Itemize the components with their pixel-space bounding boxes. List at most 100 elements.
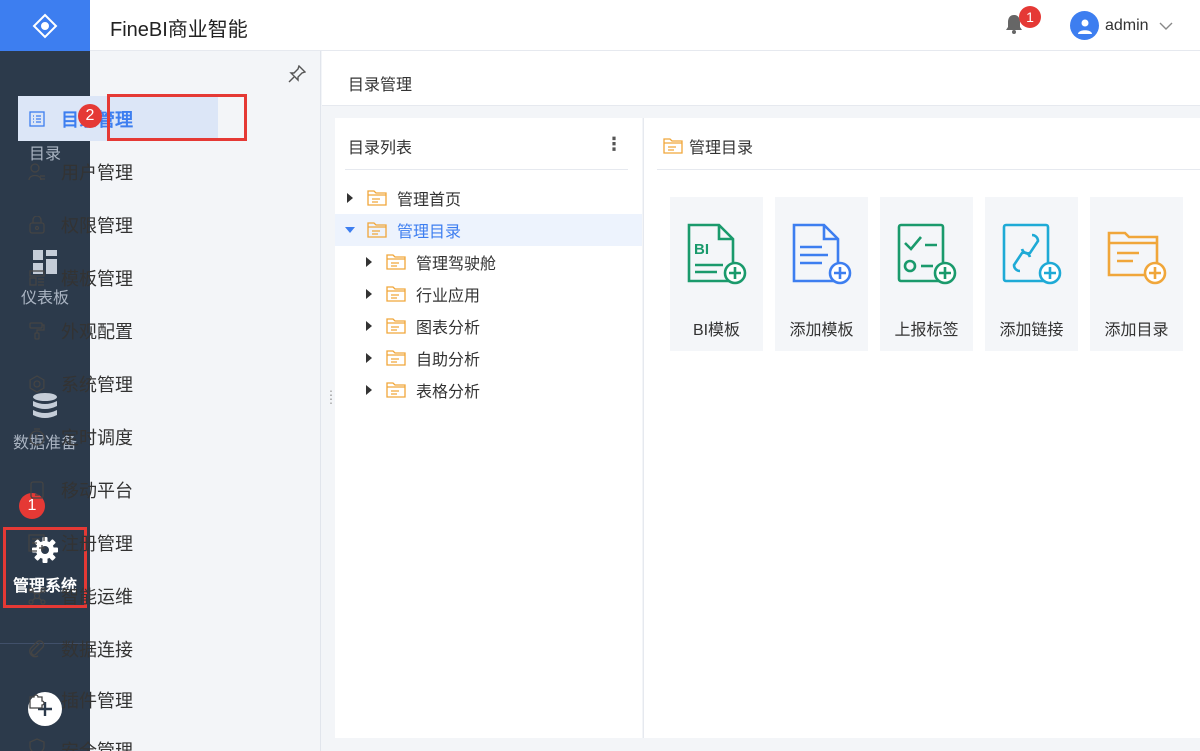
card-label: 添加模板 <box>789 322 854 339</box>
notification-badge: 1 <box>1019 6 1041 28</box>
divider <box>657 169 1200 170</box>
submenu-item-label: 模板管理 <box>61 268 133 289</box>
submenu-item-label: 用户管理 <box>61 162 133 183</box>
tree-item[interactable]: 管理首页 <box>335 182 642 214</box>
ops-icon <box>27 586 47 606</box>
tree-item[interactable]: 行业应用 <box>335 278 642 310</box>
user-icon <box>27 162 47 182</box>
caret-right-icon[interactable] <box>364 385 374 395</box>
highlight-box <box>107 94 247 141</box>
card-label: 添加目录 <box>1104 322 1169 339</box>
directory-icon <box>27 109 47 129</box>
caret-down-icon[interactable] <box>345 227 355 233</box>
tree-item[interactable]: 图表分析 <box>335 310 642 342</box>
template-icon <box>27 268 47 288</box>
submenu-item-permissions[interactable]: 权限管理 <box>18 202 218 247</box>
management-title: 管理目录 <box>663 134 753 158</box>
submenu-item-label: 外观配置 <box>61 321 133 342</box>
card-label: 添加链接 <box>999 322 1064 339</box>
tree-item[interactable]: 管理驾驶舱 <box>335 246 642 278</box>
submenu-item-templates[interactable]: 模板管理 <box>18 255 218 300</box>
breadcrumb-label: 目录管理 <box>348 77 413 94</box>
submenu-item-security[interactable]: 安全管理 <box>18 727 218 751</box>
folder-icon <box>663 138 683 154</box>
tree-item-label: 自助分析 <box>416 352 481 369</box>
caret-right-icon[interactable] <box>364 353 374 363</box>
tree-item[interactable]: 自助分析 <box>335 342 642 374</box>
submenu-item-label: 权限管理 <box>61 215 133 236</box>
submenu-item-appearance[interactable]: 外观配置 <box>18 308 218 353</box>
divider <box>345 169 628 170</box>
folder-icon <box>367 222 387 238</box>
submenu-item-register[interactable]: 注册管理 <box>18 520 218 565</box>
tree-item-label: 管理目录 <box>397 224 462 241</box>
submenu-item-label: 移动平台 <box>61 480 133 501</box>
directory-list-panel: 目录列表 ⋮ 管理首页 管理目录 管理驾驶舱 行业应用 图表分析 自助分析 表格… <box>335 118 642 738</box>
management-title-label: 管理目录 <box>689 140 754 157</box>
breadcrumb: 目录管理 <box>322 51 1200 106</box>
report-tag-card[interactable]: 上报标签 <box>880 197 973 351</box>
submenu-item-plugins[interactable]: 插件管理 <box>18 677 218 722</box>
lock-icon <box>27 215 47 235</box>
card-label: BI模板 <box>692 322 741 339</box>
shield-icon <box>27 737 47 751</box>
pin-icon[interactable] <box>288 65 306 83</box>
app-logo[interactable] <box>0 0 90 51</box>
link-add-icon <box>1002 223 1062 285</box>
submenu-item-label: 注册管理 <box>61 533 133 554</box>
tree-item-selected[interactable]: 管理目录 <box>335 214 642 246</box>
submenu-item-label: 安全管理 <box>61 741 133 751</box>
card-label: 上报标签 <box>894 322 959 339</box>
folder-icon <box>386 286 406 302</box>
app-title: FineBI商业智能 <box>110 19 248 41</box>
bottom-strip <box>322 738 1200 751</box>
paint-icon <box>27 321 47 341</box>
caret-right-icon[interactable] <box>345 193 355 203</box>
register-icon <box>27 533 47 553</box>
caret-right-icon[interactable] <box>364 257 374 267</box>
submenu-item-users[interactable]: 用户管理 <box>18 149 218 194</box>
submenu-item-smart-ops[interactable]: 智能运维 <box>18 573 218 618</box>
timer-icon <box>27 427 47 447</box>
resize-handle[interactable]: ⋮⋮ <box>325 389 337 405</box>
more-options-icon[interactable]: ⋮ <box>605 134 623 155</box>
tree-item-label: 表格分析 <box>416 384 481 401</box>
tree-item-label: 管理首页 <box>397 192 462 209</box>
user-avatar-icon <box>1077 19 1092 34</box>
tree-item-label: 管理驾驶舱 <box>416 256 497 273</box>
tree-item-label: 图表分析 <box>416 320 481 337</box>
submenu-item-label: 插件管理 <box>61 690 133 711</box>
link-icon <box>27 639 47 659</box>
add-link-card[interactable]: 添加链接 <box>985 197 1078 351</box>
avatar <box>1070 11 1099 40</box>
user-menu[interactable]: admin <box>1070 11 1173 40</box>
top-header: FineBI商业智能 1 admin <box>90 0 1200 51</box>
caret-right-icon[interactable] <box>364 321 374 331</box>
template-add-icon <box>792 223 852 285</box>
add-template-card[interactable]: 添加模板 <box>775 197 868 351</box>
submenu-item-mobile[interactable]: 移动平台 <box>18 467 218 512</box>
tree-item[interactable]: 表格分析 <box>335 374 642 406</box>
username: admin <box>1105 16 1149 34</box>
mobile-icon <box>27 480 47 500</box>
bi-template-add-icon: BI <box>687 223 747 285</box>
folder-add-icon <box>1107 231 1167 285</box>
folder-icon <box>386 318 406 334</box>
add-folder-card[interactable]: 添加目录 <box>1090 197 1183 351</box>
submenu-item-data-connection[interactable]: 数据连接 <box>18 626 218 671</box>
submenu-item-system[interactable]: 系统管理 <box>18 361 218 406</box>
chevron-down-icon <box>1159 22 1173 30</box>
panel-title: 目录列表 <box>348 140 413 157</box>
submenu-item-label: 数据连接 <box>61 639 133 660</box>
tree-item-label: 行业应用 <box>416 288 481 305</box>
plugin-icon <box>27 690 47 710</box>
svg-text:BI: BI <box>694 241 709 258</box>
submenu-item-label: 定时调度 <box>61 427 133 448</box>
caret-right-icon[interactable] <box>364 289 374 299</box>
management-panel: 管理目录 BI BI模板 添加模板 上报标签 添加链接 添加目录 <box>643 118 1200 738</box>
folder-icon <box>386 350 406 366</box>
bi-template-card[interactable]: BI BI模板 <box>670 197 763 351</box>
folder-icon <box>367 190 387 206</box>
logo-icon <box>32 13 58 38</box>
submenu-item-schedule[interactable]: 定时调度 <box>18 414 218 459</box>
